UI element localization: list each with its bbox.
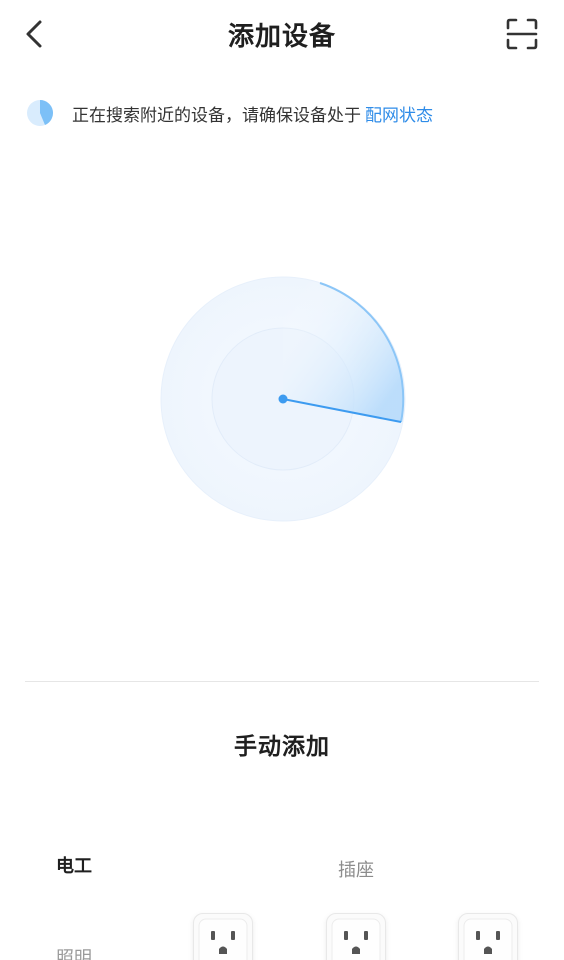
status-text: 正在搜索附近的设备，请确保设备处于 xyxy=(72,105,361,126)
searching-spinner-icon xyxy=(27,100,53,126)
category-electrical[interactable]: 电工 xyxy=(56,852,92,878)
section-label-socket: 插座 xyxy=(338,860,374,881)
socket-icon xyxy=(331,918,381,960)
search-status: 正在搜索附近的设备，请确保设备处于 配网状态 xyxy=(26,98,433,128)
device-socket-1[interactable] xyxy=(193,913,253,960)
socket-icon xyxy=(463,918,513,960)
device-socket-3[interactable] xyxy=(458,913,518,960)
scan-button[interactable] xyxy=(502,14,542,54)
radar-scanner xyxy=(160,276,406,522)
category-lighting[interactable]: 照明 xyxy=(56,944,92,960)
device-socket-2[interactable] xyxy=(326,913,386,960)
scan-icon xyxy=(506,18,538,50)
section-divider xyxy=(25,681,539,682)
socket-icon xyxy=(198,918,248,960)
radar-sweep xyxy=(283,277,404,422)
network-mode-link[interactable]: 配网状态 xyxy=(365,101,433,126)
radar-center-dot xyxy=(278,394,288,404)
manual-add-title: 手动添加 xyxy=(234,734,330,760)
page-title: 添加设备 xyxy=(227,22,336,52)
header-bar: 添加设备 xyxy=(0,0,564,68)
